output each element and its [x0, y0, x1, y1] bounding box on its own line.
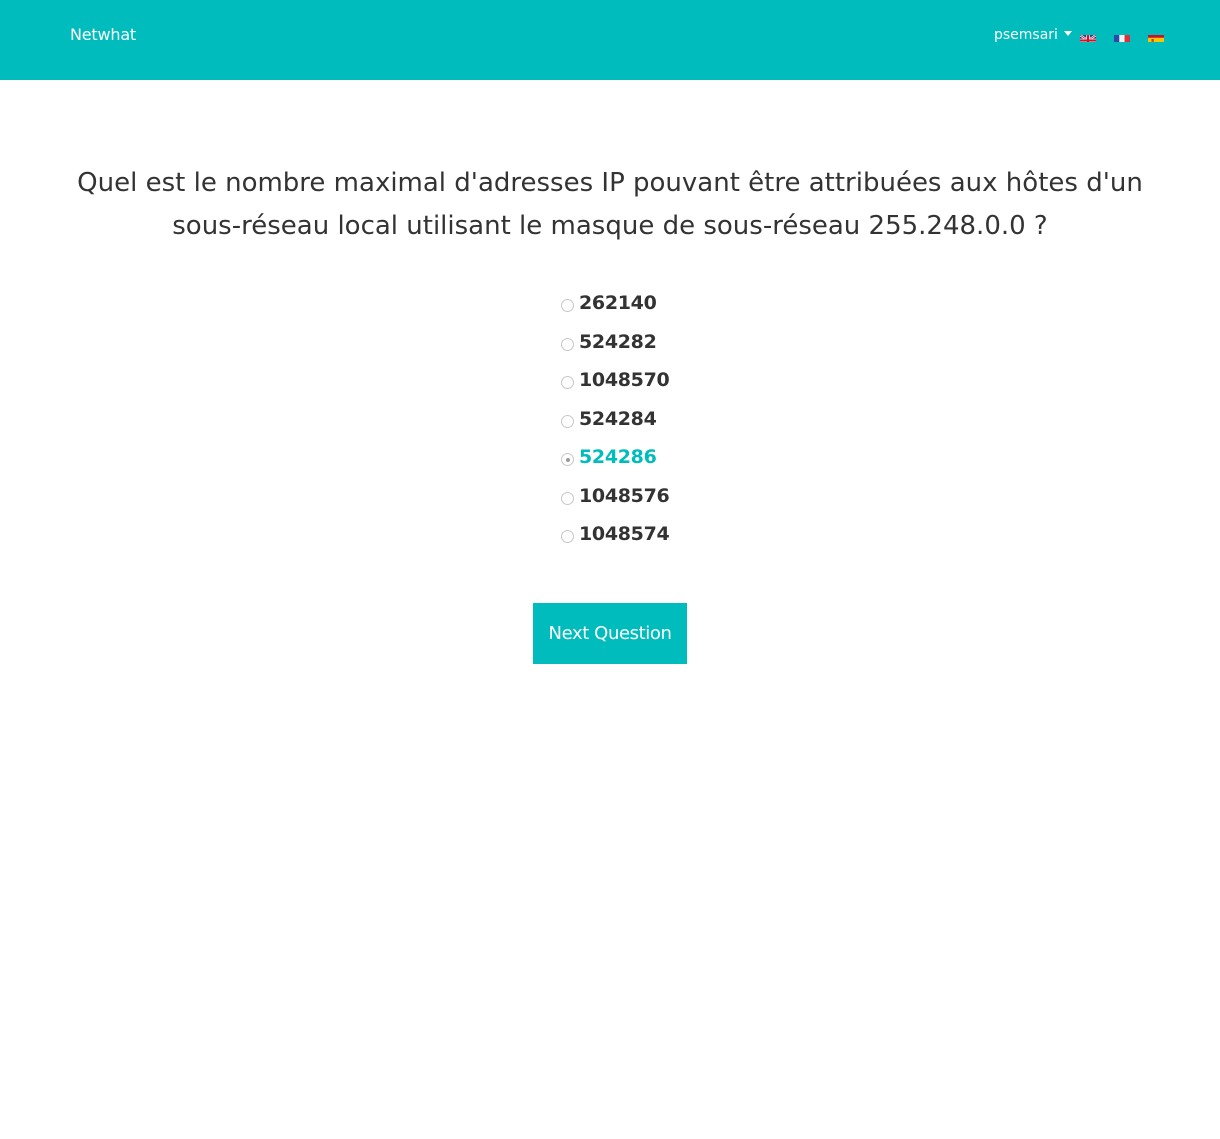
answer-option[interactable]: 524284 — [561, 400, 669, 439]
answer-label: 1048574 — [579, 523, 670, 546]
uk-flag-icon[interactable] — [1080, 31, 1096, 42]
answer-option[interactable]: 1048570 — [561, 361, 670, 400]
brand-link[interactable]: Netwhat — [70, 25, 136, 44]
next-question-button[interactable]: Next Question — [533, 603, 687, 664]
answer-label: 524282 — [579, 330, 657, 353]
answer-option[interactable]: 524282 — [561, 323, 669, 362]
radio-button[interactable] — [561, 376, 574, 390]
spain-flag-icon[interactable] — [1148, 31, 1164, 42]
france-flag-icon[interactable] — [1114, 31, 1130, 42]
answer-list: 262140 524282 1048570 524284 524286 1048… — [561, 284, 670, 554]
radio-button[interactable] — [561, 530, 574, 544]
radio-button[interactable] — [561, 453, 574, 467]
answer-label: 1048576 — [579, 484, 670, 507]
question-text: Quel est le nombre maximal d'adresses IP… — [77, 168, 1143, 241]
username-label: psemsari — [994, 27, 1058, 43]
answer-option[interactable]: 262140 — [561, 284, 669, 323]
user-dropdown-toggle[interactable]: psemsari — [994, 27, 1072, 43]
caret-down-icon — [1063, 30, 1072, 36]
radio-button[interactable] — [561, 337, 574, 351]
answer-option[interactable]: 524286 — [561, 438, 669, 477]
navbar: Netwhat psemsari — [0, 0, 1220, 80]
answer-label: 262140 — [579, 292, 657, 315]
answer-label: 524284 — [579, 407, 657, 430]
answer-label: 524286 — [579, 446, 657, 469]
radio-button[interactable] — [561, 299, 574, 313]
radio-button[interactable] — [561, 491, 574, 505]
answer-label: 1048570 — [579, 369, 670, 392]
answer-option[interactable]: 1048576 — [561, 477, 670, 516]
answer-option[interactable]: 1048574 — [561, 515, 670, 554]
radio-button[interactable] — [561, 414, 574, 428]
